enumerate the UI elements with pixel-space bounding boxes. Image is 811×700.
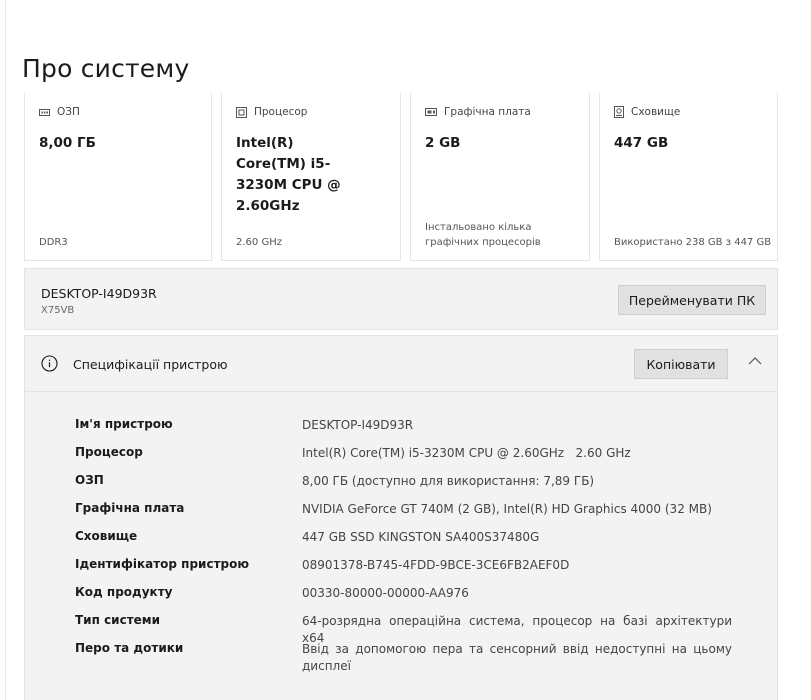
chevron-up-icon[interactable] [747,356,763,366]
card-value: Intel(R) Core(TM) i5-3230M CPU @ 2.60GHz [236,135,341,214]
device-name: DESKTOP-I49D93R [41,286,157,301]
card-ram: ОЗП 8,00 ГБ DDR3 [24,93,212,261]
page-title: Про систему [22,54,190,83]
spec-label: Ім'я пристрою [75,417,173,431]
spec-label: Графічна плата [75,501,185,515]
card-ram-header: ОЗП [39,106,80,118]
card-label: ОЗП [57,106,80,118]
window-left-edge [0,0,6,700]
spec-value: 08901378-B745-4FDD-9BCE-3CE6FB2AEF0D [302,558,570,572]
card-processor: Процесор Intel(R) Core(TM) i5-3230M CPU … [221,93,401,261]
card-note: Інстальовано кілька графічних процесорів [425,222,541,248]
copy-button[interactable]: Копіювати [634,349,728,379]
spec-label: ОЗП [75,473,104,487]
card-value: 8,00 ГБ [39,135,96,151]
storage-icon [614,106,624,118]
device-model: X75VB [41,305,75,316]
spec-value: Intel(R) Core(TM) i5-3230M CPU @ 2.60GHz… [302,446,631,460]
spec-value: 447 GB SSD KINGSTON SA400S37480G [302,530,540,544]
card-label: Графічна плата [444,106,531,118]
device-specifications-header[interactable]: Специфікації пристрою Копіювати [25,336,777,392]
card-note: Використано 238 GB з 447 GB [614,237,772,248]
gpu-icon [425,108,437,116]
spec-label: Тип системи [75,613,161,627]
rename-pc-button[interactable]: Перейменувати ПК [618,285,766,315]
card-value: 447 GB [614,135,669,151]
spec-value: NVIDIA GeForce GT 740M (2 GB), Intel(R) … [302,502,712,516]
card-graphics: Графічна плата 2 GB Інстальовано кілька … [410,93,590,261]
spec-value: Ввід за допомогою пера та сенсорний ввід… [302,642,732,673]
card-storage-header: Сховище [614,106,680,118]
card-label: Процесор [254,106,308,118]
device-name-bar: DESKTOP-I49D93R X75VB Перейменувати ПК [24,268,778,330]
spec-value: 00330-80000-00000-AA976 [302,586,469,600]
spec-label: Сховище [75,529,138,543]
cpu-icon [236,106,247,118]
specifications-title: Специфікації пристрою [73,357,228,372]
card-label: Сховище [631,106,681,118]
card-graphics-header: Графічна плата [425,106,531,118]
spec-label: Процесор [75,445,143,459]
spec-value: DESKTOP-I49D93R [302,418,414,432]
card-value: 2 GB [425,135,461,151]
device-specifications-panel: Специфікації пристрою Копіювати Ім'я при… [24,335,778,700]
spec-label: Перо та дотики [75,641,184,655]
spec-value: 8,00 ГБ (доступно для використання: 7,89… [302,474,595,488]
card-storage: Сховище 447 GB Використано 238 GB з 447 … [599,93,778,261]
card-note: DDR3 [39,237,68,248]
info-icon [41,355,58,372]
card-processor-header: Процесор [236,106,307,118]
spec-label: Код продукту [75,585,173,599]
ram-icon [39,108,50,116]
spec-label: Ідентифікатор пристрою [75,557,250,571]
card-note: 2.60 GHz [236,237,282,248]
summary-cards: ОЗП 8,00 ГБ DDR3 Процесор Intel(R) Core(… [24,93,778,261]
